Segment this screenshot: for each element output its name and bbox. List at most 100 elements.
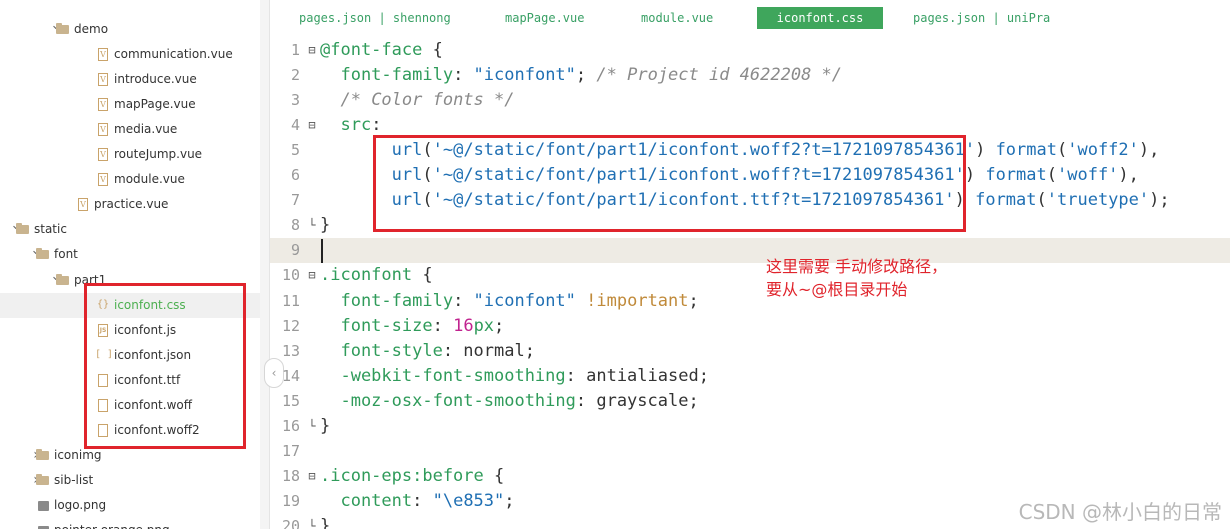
fold-toggle-icon[interactable]: ⊟ — [306, 113, 318, 138]
code-token: ( — [422, 190, 433, 211]
code-text: } — [320, 514, 330, 529]
js-file-icon: JS — [98, 323, 108, 337]
editor-tab[interactable]: iconfont.css — [757, 7, 883, 29]
folder-icon — [36, 248, 49, 260]
editor-tab[interactable]: module.vue — [627, 7, 727, 29]
editor-tab[interactable]: mapPage.vue — [491, 7, 598, 29]
code-text: } — [320, 213, 330, 238]
tree-item[interactable]: Vintroduce.vue — [0, 67, 260, 92]
tree-item[interactable]: VmapPage.vue — [0, 92, 260, 117]
line-number: 2 — [290, 66, 300, 85]
line-number: 7 — [290, 191, 300, 210]
tree-item[interactable]: iconfont.ttf — [0, 368, 260, 393]
tree-item[interactable]: pointer-orange.png — [0, 518, 260, 529]
folder-icon — [56, 273, 69, 285]
fold-toggle-icon[interactable]: ⊟ — [306, 38, 318, 63]
code-text: font-family: "iconfont"; /* Project id 4… — [320, 63, 842, 88]
editor-tab[interactable]: pages.json | shennong — [285, 7, 465, 29]
code-text: .iconfont { — [320, 263, 433, 288]
tree-item-label: routeJump.vue — [114, 147, 203, 162]
code-token: } — [320, 215, 331, 236]
tree-item[interactable]: logo.png — [0, 493, 260, 518]
code-token: .icon-eps:before — [320, 465, 484, 486]
tree-item[interactable]: ⌄font — [0, 242, 260, 267]
fold-toggle-icon[interactable]: ⊟ — [306, 464, 318, 489]
tree-item[interactable]: ⌄part1 — [0, 268, 260, 293]
file-icon — [98, 398, 108, 412]
tree-item-label: demo — [74, 22, 109, 36]
tree-item[interactable]: [ ] iconfont.json — [0, 343, 260, 368]
code-token: '~@/static/font/part1/iconfont.ttf?t=172… — [432, 190, 955, 211]
tree-item[interactable]: JS iconfont.js — [0, 318, 260, 343]
line-number: 15 — [281, 391, 300, 410]
tree-item-label: introduce.vue — [114, 72, 197, 87]
code-line: 18 ⊟ .icon-eps:before { — [270, 464, 1230, 489]
tree-item[interactable]: iconfont.woff — [0, 393, 260, 418]
code-token: { — [422, 40, 443, 60]
folder-icon — [16, 223, 29, 235]
code-line: 10 ⊟ .iconfont { — [270, 263, 1230, 288]
folder-icon — [56, 23, 69, 34]
tree-item-label: logo.png — [54, 497, 107, 512]
code-line: 14 -webkit-font-smoothing: antialiased; — [270, 364, 1230, 389]
tree-item[interactable]: Vcommunication.vue — [0, 42, 260, 67]
tree-item[interactable]: Vmodule.vue — [0, 167, 260, 192]
tree-item[interactable]: Vpractice.vue — [0, 192, 260, 217]
annotation-line-1: 这里需要 手动修改路径， — [766, 257, 948, 276]
tree-item[interactable]: ⌄demo — [0, 17, 260, 42]
vue-file-icon: V — [98, 48, 108, 62]
tree-item-label: communication.vue — [114, 47, 233, 62]
code-text: /* Color fonts */ — [320, 88, 514, 113]
tree-item-label: module.vue — [114, 172, 185, 187]
code-line: 15 -moz-osx-font-smoothing: grayscale; — [270, 389, 1230, 414]
code-line: 3 /* Color fonts */ — [270, 88, 1230, 113]
code-token: format — [995, 140, 1057, 161]
sidebar-scrollbar[interactable] — [260, 0, 269, 529]
vue-file-icon: V — [98, 73, 108, 87]
fold-end-icon: └ — [308, 518, 316, 529]
tree-item[interactable]: iconfont.woff2 — [0, 418, 260, 443]
watermark: CSDN @林小白的日常 — [1018, 500, 1222, 524]
vue-file-icon: V — [98, 173, 108, 187]
code-token: @font-face — [320, 40, 423, 60]
code-token: ); — [1149, 190, 1170, 211]
code-line: 16 └} — [270, 414, 1230, 439]
code-token: -webkit-font-smoothing — [320, 365, 566, 386]
code-editor[interactable]: 1 ⊟ @font-face {2 font-family: "iconfont";… — [270, 38, 1230, 529]
code-line: 2 font-family: "iconfont"; /* Project id… — [270, 63, 1230, 88]
vue-file-icon: V — [78, 198, 88, 212]
code-token: -moz-osx-font-smoothing — [320, 390, 576, 411]
tree-item[interactable]: Vmedia.vue — [0, 117, 260, 142]
vue-file-icon: V — [98, 148, 108, 162]
code-text: } — [320, 414, 330, 439]
code-token: : antialiased; — [565, 365, 709, 386]
code-text: font-size: 16px; — [320, 314, 504, 339]
code-line: 8 └} — [270, 213, 1230, 238]
code-token: { — [483, 465, 505, 486]
file-icon — [98, 373, 108, 387]
line-number: 18 — [281, 466, 300, 485]
line-number: 14 — [281, 366, 300, 385]
tree-item[interactable]: VrouteJump.vue — [0, 142, 260, 167]
code-text: -moz-osx-font-smoothing: grayscale; — [320, 389, 698, 414]
code-token: '~@/static/font/part1/iconfont.woff?t=17… — [432, 165, 965, 186]
code-token: !important — [586, 290, 689, 311]
tree-item[interactable]: {} iconfont.css — [0, 292, 260, 318]
tree-item[interactable]: ›iconimg — [0, 443, 260, 468]
tree-item[interactable]: ›sib-list — [0, 468, 260, 493]
code-line: 9 — [270, 238, 1230, 264]
code-line: 5 url('~@/static/font/part1/iconfont.wof… — [270, 138, 1230, 163]
editor-tab[interactable]: pages.json | uniPra — [899, 7, 1064, 29]
code-token: src — [320, 115, 372, 136]
file-explorer: ⌄demoVcommunication.vueVintroduce.vueVma… — [0, 0, 260, 529]
line-number: 19 — [281, 491, 300, 510]
tree-item[interactable]: ⌄static — [0, 217, 260, 242]
code-text: src: — [320, 113, 381, 138]
line-number: 8 — [290, 216, 300, 235]
fold-end-icon: └ — [308, 418, 316, 433]
fold-toggle-icon[interactable]: ⊟ — [306, 263, 318, 288]
text-cursor — [321, 239, 323, 263]
